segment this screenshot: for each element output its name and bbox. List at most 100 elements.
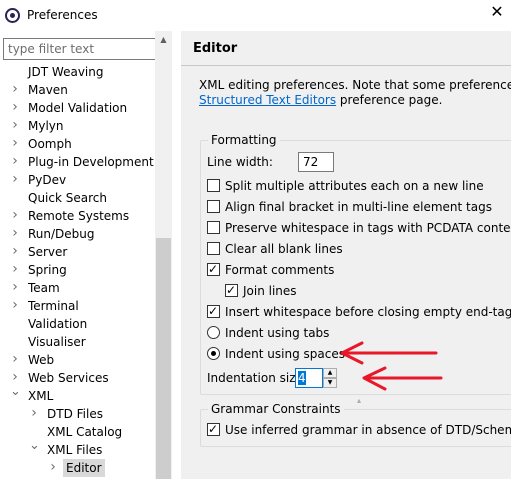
window-title: Preferences [27,8,98,22]
chevron-right-icon[interactable]: › [10,207,20,225]
checkbox-option[interactable]: Format comments [207,261,507,279]
chevron-right-icon[interactable]: › [10,153,20,171]
tree-item[interactable]: › Oomph [0,135,155,153]
scroll-thumb[interactable] [156,238,171,479]
preferences-tree: JDT Weaving › Maven › Model Validation › Mylyn… [0,31,155,479]
checkbox-option[interactable]: Insert whitespace before closing empty e… [207,303,511,321]
tree-item[interactable]: › PyDev [0,171,155,189]
spin-up-icon[interactable]: ▲ [323,368,337,378]
scroll-up-arrow-icon[interactable]: ▲ [155,31,172,48]
tree-item-label: Editor [63,459,105,477]
checkbox[interactable] [207,179,220,192]
radio-option[interactable]: Indent using tabs [207,324,507,342]
checkbox[interactable] [207,421,220,437]
tree-item[interactable]: › Plug-in Development [0,153,155,171]
tree-item[interactable]: › Mylyn [0,117,155,135]
checkbox[interactable] [207,221,220,234]
chevron-right-icon[interactable]: › [10,81,20,99]
tree-item[interactable]: › Team [0,279,155,297]
tree-item[interactable]: › Web Services [0,369,155,387]
tree-item-label: Server [28,245,68,259]
tree-item[interactable]: JDT Weaving [0,63,155,81]
tree-item[interactable]: › Run/Debug [0,225,155,243]
tree-item-label: XML Files [47,443,103,457]
tree-item[interactable]: › Spring [0,261,155,279]
tree-item-label: XML [28,389,54,403]
tree-item[interactable]: › Editor [0,459,155,477]
checkbox-option[interactable]: Preserve whitespace in tags with PCDATA … [207,219,511,237]
option-label: Insert whitespace before closing empty e… [225,305,511,319]
structured-text-editors-link[interactable]: Structured Text Editors [199,93,336,107]
grammar-group-label: Grammar Constraints [208,402,344,416]
radio-button[interactable] [207,347,220,360]
group-resize-grip-icon: ▴ [357,396,362,405]
checkbox[interactable] [207,303,220,319]
chevron-down-icon[interactable]: ⌄ [29,439,40,459]
tree-item-label: Visualiser [28,335,86,349]
chevron-right-icon[interactable]: › [10,99,20,117]
radio-button[interactable] [207,326,220,339]
tree-item-label: Model Validation [28,101,128,115]
tree-item[interactable]: › Model Validation [0,99,155,117]
checkbox-option[interactable]: Split multiple attributes each on a new … [207,177,507,195]
checkbox-option[interactable]: Use inferred grammar in absence of DTD/S… [207,421,511,439]
page-description-line2: Structured Text Editors preference page. [199,93,442,107]
checkbox-option[interactable]: Clear all blank lines [207,240,507,258]
indentation-size-field[interactable] [295,368,323,388]
tree-item[interactable]: › Remote Systems [0,207,155,225]
option-label: Clear all blank lines [225,242,343,256]
tree-scrollbar[interactable]: ▲ [155,31,172,479]
tree-item[interactable]: ⌄ XML [0,385,155,405]
chevron-right-icon[interactable]: › [10,117,20,135]
spin-down-icon[interactable]: ▼ [323,378,337,388]
chevron-right-icon[interactable]: › [10,261,20,279]
tree-item-label: Mylyn [28,119,64,133]
checkbox-option[interactable]: Join lines [225,282,511,300]
chevron-right-icon[interactable]: › [10,351,20,369]
description-suffix: preference page. [336,93,443,107]
title-bar: Preferences ✕ [0,0,511,31]
tree-item-label: Web Services [28,371,109,385]
line-width-field[interactable] [298,152,334,172]
chevron-right-icon[interactable]: › [29,405,39,423]
option-label: Indent using tabs [225,326,330,340]
checkbox[interactable] [225,282,238,298]
tree-item[interactable]: › Web [0,351,155,369]
tree-item[interactable]: › Server [0,243,155,261]
chevron-down-icon[interactable]: ⌄ [10,385,21,405]
tree-item[interactable]: Visualiser [0,333,155,351]
close-icon[interactable]: ✕ [489,4,505,20]
tree-item[interactable]: XML Catalog [0,423,155,441]
tree-item-label: Validation [28,317,88,331]
option-label: Split multiple attributes each on a new … [225,179,484,193]
tree-item[interactable]: › Maven [0,81,155,99]
tree-item-label: Terminal [28,299,79,313]
tree-item-label: Run/Debug [28,227,95,241]
checkbox-option[interactable]: Align final bracket in multi-line elemen… [207,198,507,216]
chevron-right-icon[interactable]: › [10,225,20,243]
tree-item[interactable]: › Terminal [0,297,155,315]
indentation-size-spinner[interactable]: ▲ ▼ [295,368,338,388]
option-label: Align final bracket in multi-line elemen… [225,200,492,214]
tree-item[interactable]: › DTD Files [0,405,155,423]
chevron-right-icon[interactable]: › [10,135,20,153]
option-label: Preserve whitespace in tags with PCDATA … [225,221,511,235]
chevron-right-icon[interactable]: › [10,171,20,189]
tree-item-label: PyDev [28,173,67,187]
tree-item-label: Oomph [28,137,72,151]
checkbox[interactable] [207,242,220,255]
chevron-right-icon[interactable]: › [10,279,20,297]
tree-item[interactable]: ⌄ XML Files [0,439,155,459]
chevron-right-icon[interactable]: › [10,243,20,261]
checkbox[interactable] [207,261,220,277]
tree-item[interactable]: Quick Search [0,189,155,207]
line-width-label: Line width: [207,155,273,169]
chevron-right-icon[interactable]: › [10,297,20,315]
tree-item-label: XML Catalog [47,425,123,439]
tree-item[interactable]: Validation [0,315,155,333]
eclipse-app-icon [5,8,20,23]
radio-option[interactable]: Indent using spaces [207,345,507,363]
checkbox[interactable] [207,200,220,213]
chevron-right-icon[interactable]: › [48,459,58,477]
formatting-group-label: Formatting [208,133,280,147]
